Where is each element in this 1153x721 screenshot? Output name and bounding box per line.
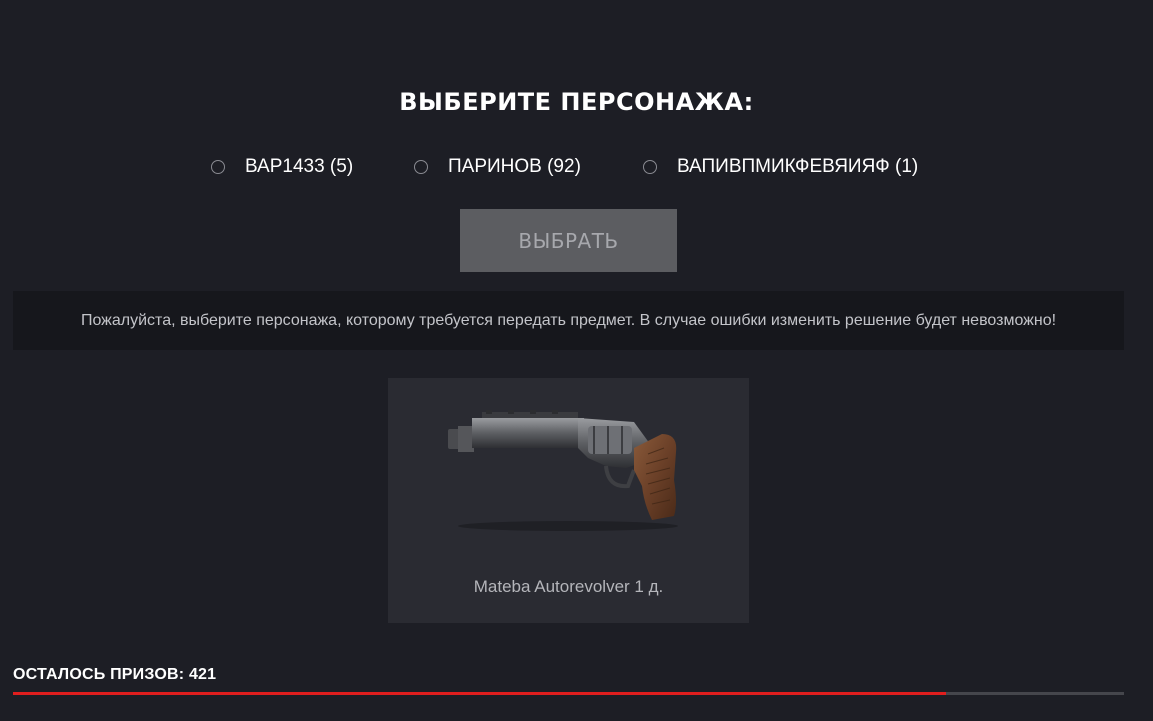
character-option-label: ПАРИНОВ (92) — [448, 156, 581, 177]
revolver-image — [448, 410, 678, 531]
character-option-1[interactable]: ВАР1433 (5) — [211, 154, 353, 180]
item-name: Mateba Autorevolver 1 д. — [473, 577, 664, 596]
radio-button-icon[interactable] — [211, 160, 225, 174]
prizes-progress-fill — [13, 692, 947, 695]
character-option-2[interactable]: ПАРИНОВ (92) — [414, 154, 581, 180]
item-card: Mateba Autorevolver 1 д. — [388, 378, 749, 623]
character-option-label: ВАПИВПМИКФЕВЯИЯФ (1) — [677, 156, 919, 177]
prizes-remaining-label: ОСТАЛОСЬ ПРИЗОВ: 421 — [13, 666, 217, 683]
character-option-3[interactable]: ВАПИВПМИКФЕВЯИЯФ (1) — [643, 154, 918, 180]
page-title: ВЫБЕРИТЕ ПЕРСОНАЖА: — [399, 88, 754, 116]
select-button[interactable]: ВЫБРАТЬ — [460, 209, 677, 272]
prizes-progress-bar — [13, 692, 1124, 695]
radio-button-icon[interactable] — [643, 160, 657, 174]
radio-button-icon[interactable] — [414, 160, 428, 174]
character-option-label: ВАР1433 (5) — [245, 156, 354, 177]
character-options: ВАР1433 (5) ПАРИНОВ (92) ВАПИВПМИКФЕВЯИЯ… — [0, 154, 1153, 180]
notice-text: Пожалуйста, выберите персонажа, которому… — [80, 311, 1057, 329]
notice-banner: Пожалуйста, выберите персонажа, которому… — [13, 291, 1124, 350]
